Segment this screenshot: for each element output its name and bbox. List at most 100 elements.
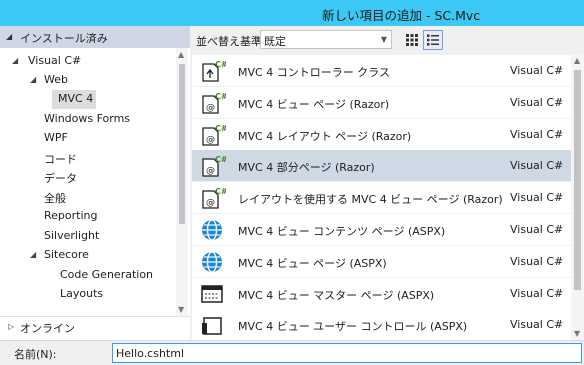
- tree-item[interactable]: Reporting: [0, 207, 176, 226]
- tree-item[interactable]: ◢ Sitecore: [0, 246, 176, 265]
- template-type: Visual C#: [510, 159, 564, 173]
- svg-text:@: @: [206, 166, 215, 176]
- expand-arrow-icon[interactable]: ◢: [30, 250, 36, 259]
- tree-item-label: Visual C#: [28, 54, 82, 67]
- name-input[interactable]: [112, 343, 582, 363]
- svg-text:@: @: [206, 135, 215, 145]
- tree-item-label: MVC 4: [58, 92, 94, 105]
- name-label: 名前(N):: [14, 348, 57, 361]
- online-node[interactable]: ▷ オンライン: [0, 316, 190, 336]
- template-item[interactable]: @ C# MVC 4 ビュー ページ (Razor) Visual C#: [192, 86, 571, 118]
- template-name: MVC 4 ビュー ページ (ASPX): [238, 256, 387, 270]
- svg-text:C#: C#: [215, 155, 226, 164]
- template-name: MVC 4 ビュー ユーザー コントロール (ASPX): [238, 320, 468, 334]
- tree-item-label: Code Generation: [60, 268, 154, 281]
- tree-item-label: データ: [44, 172, 77, 185]
- sort-label: 並べ替え基準:: [196, 35, 266, 48]
- template-name: MVC 4 ビュー マスター ページ (ASPX): [238, 288, 435, 302]
- master-page-icon: [200, 282, 226, 306]
- expand-arrow-icon[interactable]: ◢: [30, 75, 36, 84]
- tree-item-label: Sitecore: [44, 248, 89, 261]
- template-item[interactable]: MVC 4 ビュー コンテンツ ページ (ASPX) Visual C#: [192, 214, 571, 245]
- scroll-down-icon[interactable]: ▼: [178, 305, 184, 314]
- template-name: MVC 4 レイアウト ページ (Razor): [238, 129, 412, 143]
- tree-item[interactable]: WPF: [0, 129, 176, 148]
- tree-item-label: Windows Forms: [44, 112, 131, 125]
- svg-text:C#: C#: [215, 187, 226, 196]
- sort-value: 既定: [264, 35, 286, 48]
- tree-item[interactable]: 全般: [0, 188, 176, 207]
- svg-text:C#: C#: [215, 124, 226, 133]
- template-name: MVC 4 ビュー コンテンツ ページ (ASPX): [238, 225, 446, 238]
- template-type: Visual C#: [510, 254, 564, 268]
- sort-dropdown[interactable]: 既定 ▼: [260, 30, 392, 49]
- template-type: Visual C#: [510, 318, 564, 332]
- template-name: MVC 4 コントローラー クラス: [238, 66, 390, 79]
- cs-razor-page-icon: @ C#: [200, 91, 228, 115]
- template-item[interactable]: @ C# MVC 4 レイアウト ページ (Razor) Visual C#: [192, 118, 571, 150]
- template-name: MVC 4 ビュー ページ (Razor): [238, 97, 390, 111]
- tree-item-label: WPF: [44, 131, 68, 144]
- template-type: Visual C#: [510, 64, 564, 77]
- cs-razor-page-icon: @ C#: [200, 123, 228, 147]
- tree-item[interactable]: MVC 4: [52, 90, 96, 109]
- cs-controller-icon: C#: [200, 59, 228, 83]
- tree-item[interactable]: Layouts: [0, 285, 176, 304]
- tree-item[interactable]: ◢ Web: [0, 71, 176, 90]
- tree-item[interactable]: データ: [0, 168, 176, 187]
- template-item[interactable]: @ C# レイアウトを使用する MVC 4 ビュー ページ (Razor) Visu…: [192, 182, 571, 214]
- template-type: Visual C#: [510, 286, 564, 300]
- expand-arrow-icon[interactable]: ◢: [12, 56, 18, 65]
- template-name: レイアウトを使用する MVC 4 ビュー ページ (Razor): [238, 193, 503, 207]
- template-type: Visual C#: [510, 223, 564, 236]
- globe-icon: [200, 250, 226, 274]
- template-item[interactable]: MVC 4 ビュー ページ (ASPX) Visual C#: [192, 245, 571, 277]
- template-type: Visual C#: [510, 127, 564, 141]
- list-scrollbar[interactable]: ▲ ▼: [571, 54, 584, 340]
- cs-razor-page-icon: @ C#: [200, 154, 228, 178]
- template-item[interactable]: MVC 4 ビュー マスター ページ (ASPX) Visual C#: [192, 277, 571, 309]
- chevron-down-icon: ▼: [380, 35, 387, 44]
- template-type: Visual C#: [510, 191, 564, 205]
- cs-razor-page-icon: @ C#: [200, 186, 228, 210]
- template-item[interactable]: MVC 4 ビュー ユーザー コントロール (ASPX) Visual C#: [192, 309, 571, 341]
- scroll-thumb[interactable]: [574, 70, 581, 290]
- template-item[interactable]: C# MVC 4 コントローラー クラス Visual C#: [192, 55, 571, 86]
- name-bar: 名前(N):: [0, 340, 584, 365]
- tree-item-label: Layouts: [60, 287, 104, 300]
- template-item[interactable]: @ C# MVC 4 部分ページ (Razor) Visual C#: [192, 150, 571, 182]
- tree-item-label: Silverlight: [44, 229, 100, 242]
- tree-item[interactable]: コード: [0, 149, 176, 168]
- medium-icons-view-button[interactable]: [402, 30, 422, 50]
- scroll-thumb[interactable]: [179, 64, 185, 224]
- tree-item[interactable]: Silverlight: [0, 227, 176, 246]
- tree-item-label: コード: [44, 153, 77, 166]
- tree-item-label: Reporting: [44, 209, 98, 222]
- svg-text:@: @: [206, 103, 215, 113]
- installed-label: インストール済み: [20, 32, 108, 45]
- left-panel: ◢ インストール済み ◢ Visual C# ◢ Web MVC 4 Windows Fo…: [0, 26, 190, 340]
- scroll-up-icon[interactable]: ▲: [574, 56, 580, 65]
- sort-bar: 並べ替え基準: 既定 ▼: [190, 26, 584, 54]
- title-bar: 新しい項目の追加 - SC.Mvc: [0, 0, 584, 26]
- tree-item[interactable]: Code Generation: [0, 266, 176, 285]
- svg-text:C#: C#: [215, 60, 226, 69]
- tree-item-label: 全般: [44, 192, 66, 205]
- tree-item[interactable]: Windows Forms: [0, 110, 176, 129]
- collapse-arrow-icon: ◢: [6, 32, 13, 41]
- template-type: Visual C#: [510, 95, 564, 109]
- globe-icon: [200, 218, 226, 242]
- scroll-down-icon[interactable]: ▼: [574, 329, 580, 338]
- list-view-button[interactable]: [423, 30, 443, 50]
- tree-scrollbar[interactable]: ▲ ▼: [176, 48, 188, 316]
- grid-view-icon: [406, 34, 418, 46]
- scroll-up-icon[interactable]: ▲: [178, 50, 184, 59]
- template-list: C# MVC 4 コントローラー クラス Visual C# @ C# MVC 4 ビ…: [190, 54, 584, 341]
- expand-arrow-icon: ▷: [8, 322, 15, 331]
- user-control-icon: [200, 313, 226, 337]
- installed-header[interactable]: ◢ インストール済み: [0, 26, 190, 48]
- tree-item-label: Web: [44, 73, 68, 86]
- window-title: 新しい項目の追加 - SC.Mvc: [322, 8, 481, 23]
- tree-item[interactable]: ◢ Visual C#: [0, 52, 176, 71]
- svg-text:@: @: [206, 198, 215, 208]
